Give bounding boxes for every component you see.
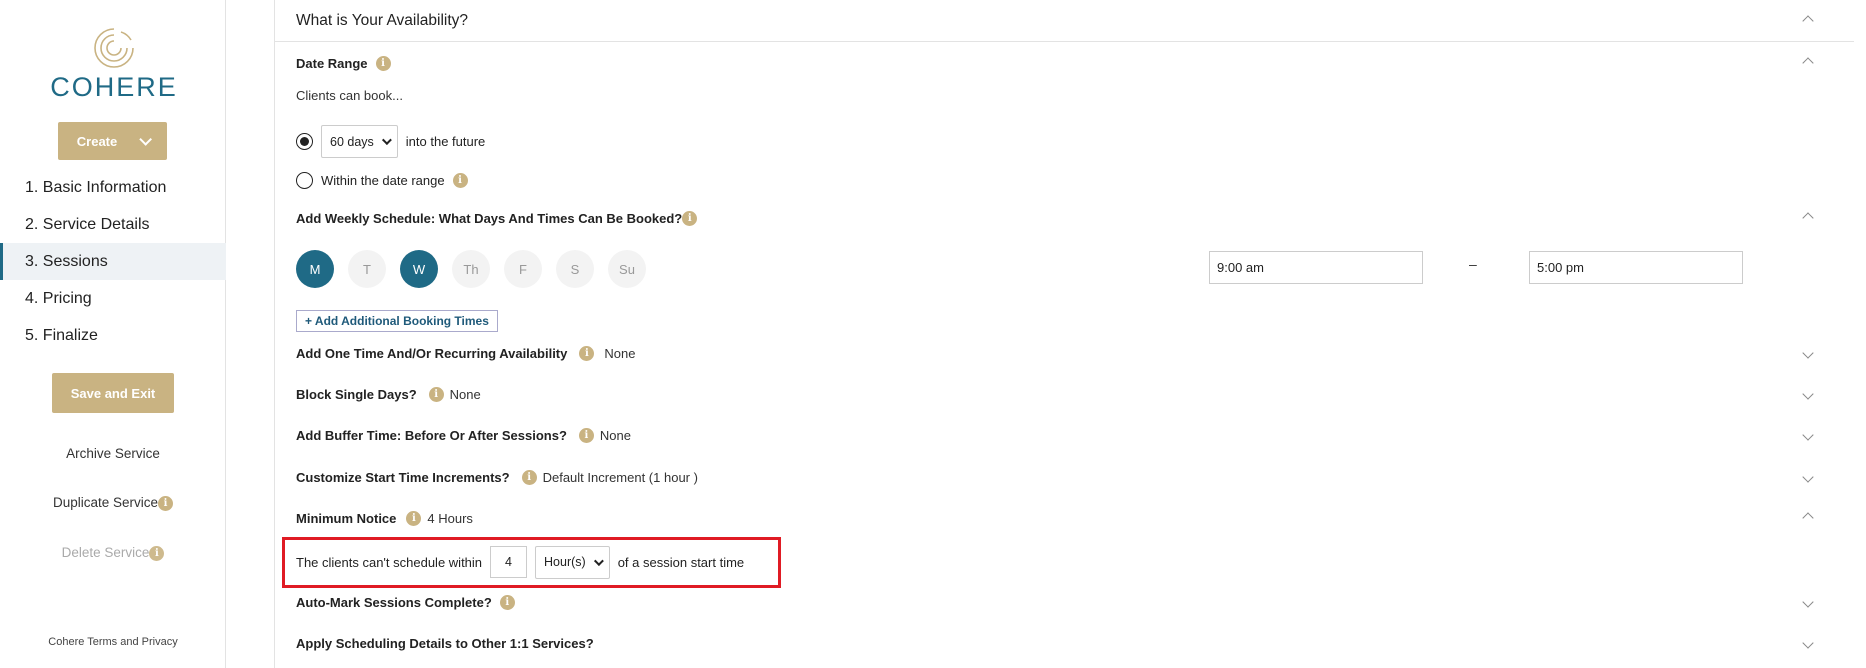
step-basic-information[interactable]: 1. Basic Information xyxy=(0,169,226,206)
auto-mark-header[interactable]: Auto-Mark Sessions Complete? i xyxy=(296,592,1854,612)
add-times-row: + Add Additional Booking Times xyxy=(296,310,1854,332)
info-icon[interactable]: i xyxy=(521,469,537,485)
minimum-notice-header[interactable]: Minimum Notice i 4 Hours xyxy=(296,508,1854,528)
days-select[interactable]: 60 days xyxy=(321,125,398,158)
future-suffix: into the future xyxy=(405,134,486,149)
availability-title: What is Your Availability? xyxy=(296,11,469,29)
chevron-down-icon[interactable] xyxy=(1802,596,1814,608)
duplicate-service-link[interactable]: Duplicate Service i xyxy=(0,495,226,511)
chevron-down-icon xyxy=(381,135,392,146)
step-nav: 1. Basic Information 2. Service Details … xyxy=(0,169,226,354)
start-time-input[interactable]: 9:00 am xyxy=(1209,251,1423,284)
increments-header[interactable]: Customize Start Time Increments? i Defau… xyxy=(296,467,1854,487)
logo-text: COHERE xyxy=(50,72,178,102)
chevron-up-icon[interactable] xyxy=(1802,14,1814,27)
add-booking-times-button[interactable]: + Add Additional Booking Times xyxy=(296,310,498,332)
chevron-down-icon[interactable] xyxy=(1802,429,1814,441)
info-icon[interactable]: i xyxy=(375,55,391,71)
save-and-exit-button[interactable]: Save and Exit xyxy=(52,373,174,413)
info-icon[interactable]: i xyxy=(428,386,444,402)
date-range-subtitle: Clients can book... xyxy=(296,87,403,103)
day-monday[interactable]: M xyxy=(296,250,334,288)
info-icon[interactable]: i xyxy=(499,594,515,610)
info-icon[interactable]: i xyxy=(158,495,174,511)
weekly-schedule-title: Add Weekly Schedule: What Days And Times… xyxy=(296,210,683,226)
range-option-label: Within the date range xyxy=(321,172,445,188)
increments-value: Default Increment (1 hour ) xyxy=(542,469,698,485)
buffer-time-header[interactable]: Add Buffer Time: Before Or After Session… xyxy=(296,425,1854,445)
apply-details-header[interactable]: Apply Scheduling Details to Other 1:1 Se… xyxy=(296,633,1854,653)
day-friday[interactable]: F xyxy=(504,250,542,288)
chevron-down-icon[interactable] xyxy=(1802,637,1814,649)
step-label: 4. Pricing xyxy=(25,289,92,307)
day-saturday[interactable]: S xyxy=(556,250,594,288)
chevron-up-icon[interactable] xyxy=(1802,512,1814,524)
one-time-value: None xyxy=(604,345,636,361)
block-days-header[interactable]: Block Single Days? i None xyxy=(296,384,1854,404)
end-time-input[interactable]: 5:00 pm xyxy=(1529,251,1743,284)
info-icon[interactable]: i xyxy=(452,172,468,188)
step-label: 5. Finalize xyxy=(25,326,98,344)
time-separator: – xyxy=(1469,256,1477,272)
delete-service-link: Delete Service i xyxy=(0,545,226,561)
cohere-logo-icon xyxy=(94,28,134,68)
chevron-up-icon[interactable] xyxy=(1802,57,1814,69)
one-time-title: Add One Time And/Or Recurring Availabili… xyxy=(296,345,568,361)
info-icon[interactable]: i xyxy=(682,210,698,226)
cohere-logo[interactable]: COHERE xyxy=(44,26,184,103)
step-label: 3. Sessions xyxy=(25,252,108,270)
days-select-value: 60 days xyxy=(330,134,374,149)
day-sunday[interactable]: Su xyxy=(608,250,646,288)
duplicate-service-label: Duplicate Service xyxy=(52,495,159,510)
chevron-up-icon[interactable] xyxy=(1802,212,1814,224)
availability-header[interactable]: What is Your Availability? xyxy=(275,0,1854,42)
step-label: 1. Basic Information xyxy=(25,178,167,196)
date-range-header[interactable]: Date Range i xyxy=(296,53,1854,73)
step-sessions[interactable]: 3. Sessions xyxy=(0,243,226,280)
highlight-box xyxy=(282,537,781,588)
info-icon[interactable]: i xyxy=(149,545,165,561)
sidebar: COHERE Create 1. Basic Information 2. Se… xyxy=(0,0,226,668)
auto-mark-title: Auto-Mark Sessions Complete? xyxy=(296,594,492,610)
create-button[interactable]: Create xyxy=(58,122,167,160)
delete-service-label: Delete Service xyxy=(61,545,150,560)
day-tuesday[interactable]: T xyxy=(348,250,386,288)
range-option: Within the date range i xyxy=(296,170,1854,190)
chevron-down-icon[interactable] xyxy=(1802,347,1814,359)
range-radio[interactable] xyxy=(296,171,313,189)
info-icon[interactable]: i xyxy=(578,427,594,443)
future-option: 60 days into the future xyxy=(296,124,1854,159)
chevron-down-icon xyxy=(139,132,153,146)
step-label: 2. Service Details xyxy=(25,215,150,233)
future-radio[interactable] xyxy=(296,133,313,150)
block-days-value: None xyxy=(449,386,481,402)
apply-details-title: Apply Scheduling Details to Other 1:1 Se… xyxy=(296,635,594,651)
weekly-schedule-header[interactable]: Add Weekly Schedule: What Days And Times… xyxy=(296,208,1854,228)
step-pricing[interactable]: 4. Pricing xyxy=(0,280,226,317)
minimum-notice-title: Minimum Notice xyxy=(296,510,397,526)
increments-title: Customize Start Time Increments? xyxy=(296,469,510,485)
day-thursday[interactable]: Th xyxy=(452,250,490,288)
terms-link[interactable]: Cohere Terms and Privacy xyxy=(0,636,226,648)
archive-service-link[interactable]: Archive Service xyxy=(0,446,226,461)
step-service-details[interactable]: 2. Service Details xyxy=(0,206,226,243)
one-time-availability-header[interactable]: Add One Time And/Or Recurring Availabili… xyxy=(296,343,1854,363)
create-button-label: Create xyxy=(76,133,118,149)
date-range-title: Date Range xyxy=(296,55,368,71)
info-icon[interactable]: i xyxy=(579,345,595,361)
minimum-notice-value: 4 Hours xyxy=(427,510,473,526)
info-icon[interactable]: i xyxy=(406,510,422,526)
block-days-title: Block Single Days? xyxy=(296,386,417,402)
day-wednesday[interactable]: W xyxy=(400,250,438,288)
chevron-down-icon[interactable] xyxy=(1802,471,1814,483)
chevron-down-icon[interactable] xyxy=(1802,388,1814,400)
buffer-value: None xyxy=(599,427,631,443)
buffer-title: Add Buffer Time: Before Or After Session… xyxy=(296,427,567,443)
step-finalize[interactable]: 5. Finalize xyxy=(0,317,226,354)
